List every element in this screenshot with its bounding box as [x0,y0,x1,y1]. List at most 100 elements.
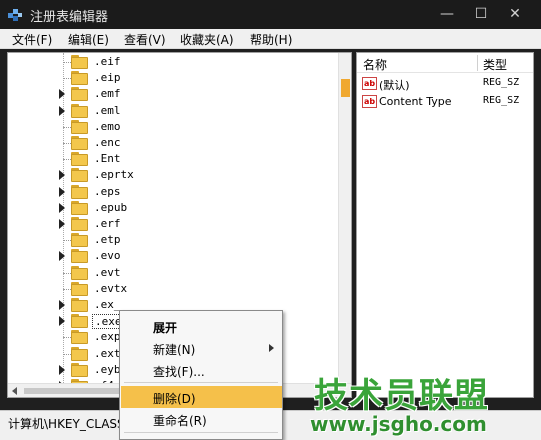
ctx-rename-item[interactable]: 重命名(R) [121,408,282,430]
column-header-name[interactable]: 名称 [363,56,387,73]
folder-icon [71,298,88,312]
tree-vertical-scroll-thumb[interactable] [341,79,350,97]
tree-item[interactable]: .eif [8,54,338,70]
folder-icon [71,184,88,199]
folder-icon [71,71,88,86]
tree-item-label: .exp [94,330,121,344]
expand-arrow-icon[interactable] [59,251,65,262]
watermark-title: 技术员联盟 [314,376,489,416]
ctx-find-item[interactable]: 查找(F)... [121,359,282,381]
tree-connector [63,240,71,242]
value-row[interactable]: ab Content Type REG_SZ [357,93,533,111]
menu-favorites[interactable]: 收藏夹(A) [180,31,234,48]
tree-item[interactable]: .eip [8,70,338,86]
title-bar: 注册表编辑器 — ☐ ✕ [0,0,541,29]
folder-icon [71,55,88,69]
tree-item-label: .evo [94,249,121,263]
tree-item[interactable]: .emf [8,86,338,102]
tree-item[interactable]: .eps [8,184,338,200]
tree-item[interactable]: .erf [8,216,338,232]
maximize-button[interactable]: ☐ [469,4,493,24]
value-name: (默认) [379,79,410,92]
scroll-left-arrow-icon[interactable] [12,387,17,395]
tree-item[interactable]: .evt [8,265,338,281]
tree-item-label: .evt [94,265,121,279]
tree-horizontal-scroll-thumb[interactable] [24,388,124,394]
tree-item[interactable]: .epub [8,200,338,216]
folder-icon [71,217,88,231]
value-type: REG_SZ [483,77,520,88]
tree-connector [63,353,71,355]
folder-icon [71,314,88,329]
menu-edit[interactable]: 编辑(E) [68,31,109,48]
close-button[interactable]: ✕ [503,4,527,24]
context-menu-label: 删除(D) [153,392,196,406]
menu-help[interactable]: 帮助(H) [250,31,292,48]
expand-arrow-icon[interactable] [59,300,65,310]
tree-item[interactable]: .enc [8,135,338,151]
tree-item-label: .eprtx [94,168,134,182]
window-title: 注册表编辑器 [30,10,109,25]
tree-vertical-scrollbar[interactable] [338,53,351,383]
expand-arrow-icon[interactable] [59,89,65,100]
tree-connector [63,143,71,144]
tree-connector [63,272,71,274]
expand-arrow-icon[interactable] [59,219,65,229]
values-header: 名称 类型 [357,53,533,73]
expand-arrow-icon[interactable] [59,202,65,213]
value-name: Content Type [379,95,452,108]
expand-arrow-icon[interactable] [59,364,65,375]
tree-item-label: .etp [94,233,121,247]
folder-icon [71,152,88,167]
expand-arrow-icon[interactable] [59,186,65,197]
column-separator[interactable] [477,55,478,71]
menu-view[interactable]: 查看(V) [124,31,166,48]
watermark-url: www.jsgho.com [310,412,487,436]
tree-connector [63,288,71,290]
tree-item[interactable]: .etp [8,232,338,248]
tree-item[interactable]: .emo [8,119,338,135]
menu-separator [124,382,278,383]
tree-connector [63,159,71,161]
folder-icon [71,233,88,248]
folder-icon [71,362,88,377]
value-row[interactable]: ab (默认) REG_SZ [357,75,533,93]
tree-item-label: .eml [94,103,121,117]
tree-item-label: .evtx [94,281,128,295]
ctx-new-item[interactable]: 新建(N) [121,337,282,359]
folder-icon [71,330,88,345]
folder-icon [71,103,88,118]
ctx-expand-item[interactable]: 展开 [121,315,282,337]
ctx-delete-item[interactable]: 删除(D) [121,386,282,408]
folder-icon [71,281,88,296]
folder-icon [71,168,88,183]
expand-arrow-icon[interactable] [59,170,65,181]
tree-item-label: .Ent [94,152,121,166]
expand-arrow-icon[interactable] [59,316,65,327]
tree-item-label: .emf [94,87,121,101]
tree-item-label: .enc [94,136,121,149]
context-menu-label: 查找(F)... [153,365,205,379]
status-path: 计算机\HKEY_CLASSE [8,417,133,431]
folder-icon [71,136,88,150]
watermark-logo: 技术员联盟 www.jsgho.com [306,368,536,438]
column-header-type[interactable]: 类型 [483,56,507,73]
tree-item[interactable]: .evo [8,248,338,264]
folder-icon [71,265,88,280]
tree-item[interactable]: .Ent [8,151,338,167]
tree-connector [63,126,71,128]
menu-file[interactable]: 文件(F) [12,31,52,48]
tree-item[interactable]: .eml [8,103,338,119]
tree-item[interactable]: .evtx [8,281,338,297]
context-menu: 展开 新建(N) 查找(F)... 删除(D) 重命名(R) [119,310,283,440]
minimize-button[interactable]: — [435,4,459,24]
value-type: REG_SZ [483,95,520,106]
tree-item[interactable]: .eprtx [8,167,338,183]
expand-arrow-icon[interactable] [59,105,65,116]
tree-item-label: .erf [94,217,121,230]
values-pane[interactable]: 名称 类型 ab (默认) REG_SZ ab Content Type REG_SZ [356,52,534,398]
folder-icon [71,346,88,361]
tree-item-label: .eip [94,71,121,85]
tree-item-label: .eif [94,55,121,68]
tree-item-label: .ex_ [94,298,121,311]
